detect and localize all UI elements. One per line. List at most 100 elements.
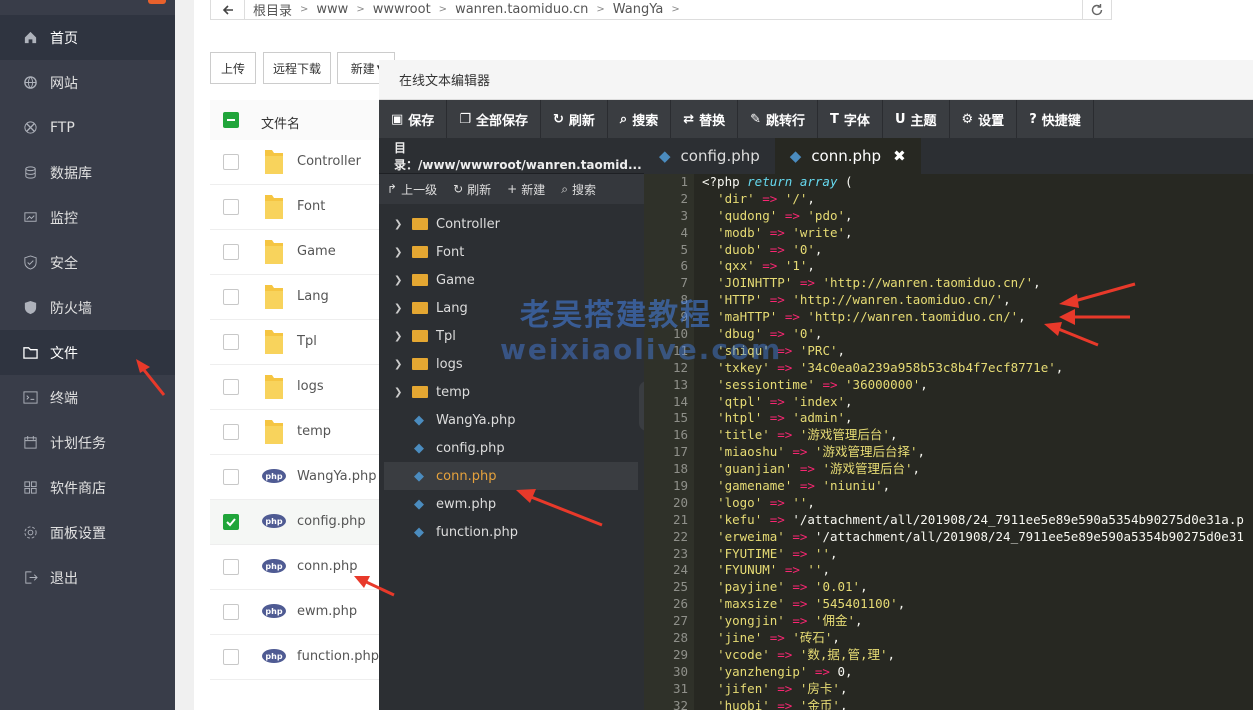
file-name[interactable]: Lang <box>297 289 329 304</box>
file-name[interactable]: temp <box>297 424 331 439</box>
sidebar-item-apps[interactable]: 软件商店 <box>0 465 175 510</box>
code-line[interactable]: 'dir' => '/', <box>702 191 1253 208</box>
code-line[interactable]: 'gamename' => 'niuniu', <box>702 478 1253 495</box>
code-line[interactable]: 'guanjian' => '游戏管理后台', <box>702 461 1253 478</box>
file-checkbox[interactable] <box>223 199 239 215</box>
code-line[interactable]: 'logo' => '', <box>702 495 1253 512</box>
code-line[interactable]: 'yongjin' => '佣金', <box>702 613 1253 630</box>
file-checkbox[interactable] <box>223 424 239 440</box>
dir-search-button[interactable]: ⌕ 搜索 <box>553 181 604 198</box>
editor-tab[interactable]: ◆ config.php <box>644 138 775 174</box>
file-checkbox[interactable] <box>223 244 239 260</box>
sidebar-item-gear[interactable]: 面板设置 <box>0 510 175 555</box>
back-arrow-icon[interactable] <box>211 0 245 19</box>
editor-theme-button[interactable]: U 主题 <box>883 100 950 138</box>
code-line[interactable]: 'duob' => '0', <box>702 242 1253 259</box>
tree-item[interactable]: ❯ temp <box>384 378 638 406</box>
sidebar-item-firewall[interactable]: 防火墙 <box>0 285 175 330</box>
code-line[interactable]: 'title' => '游戏管理后台', <box>702 427 1253 444</box>
breadcrumb-item[interactable]: wanren.taomiduo.cn <box>447 2 596 17</box>
dir-up-arrow-button[interactable]: ↱ 上一级 <box>379 181 445 198</box>
file-checkbox[interactable] <box>223 154 239 170</box>
file-name[interactable]: function.php <box>297 649 379 664</box>
tree-item[interactable]: ◆ WangYa.php <box>384 406 638 434</box>
code-line[interactable]: 'modb' => 'write', <box>702 225 1253 242</box>
file-name[interactable]: logs <box>297 379 324 394</box>
upload-button[interactable]: 上传 <box>210 52 256 84</box>
file-name[interactable]: Controller <box>297 154 361 169</box>
editor-search-button[interactable]: ⌕ 搜索 <box>608 100 672 138</box>
breadcrumb-item[interactable]: www <box>308 2 356 17</box>
code-line[interactable]: 'sessiontime' => '36000000', <box>702 377 1253 394</box>
file-checkbox[interactable] <box>223 469 239 485</box>
code-line[interactable]: 'jifen' => '房卡', <box>702 681 1253 698</box>
sidebar-item-calendar[interactable]: 计划任务 <box>0 420 175 465</box>
file-checkbox[interactable] <box>223 649 239 665</box>
file-name[interactable]: Game <box>297 244 336 259</box>
code-line[interactable]: 'FYUTIME' => '', <box>702 546 1253 563</box>
breadcrumb-item[interactable]: 根目录 <box>245 0 300 19</box>
code-line[interactable]: 'jine' => '砖石', <box>702 630 1253 647</box>
code-line[interactable]: 'txkey' => '34c0ea0a239a958b53c8b4f7ecf8… <box>702 360 1253 377</box>
file-name[interactable]: Tpl <box>297 334 317 349</box>
code-line[interactable]: 'miaoshu' => '游戏管理后台择', <box>702 444 1253 461</box>
code-line[interactable]: 'JOINHTTP' => 'http://wanren.taomiduo.cn… <box>702 275 1253 292</box>
breadcrumb-item[interactable]: WangYa <box>605 2 672 17</box>
code-line[interactable]: 'shiqu' => 'PRC', <box>702 343 1253 360</box>
sidebar-item-shield[interactable]: 安全 <box>0 240 175 285</box>
tree-item[interactable]: ❯ Controller <box>384 210 638 238</box>
editor-gear-button[interactable]: ⚙ 设置 <box>950 100 1018 138</box>
file-checkbox[interactable] <box>223 559 239 575</box>
code-line[interactable]: 'maxsize' => '545401100', <box>702 596 1253 613</box>
sidebar-item-database[interactable]: 数据库 <box>0 150 175 195</box>
editor-font-button[interactable]: T 字体 <box>818 100 883 138</box>
sidebar-item-ftp[interactable]: FTP <box>0 105 175 150</box>
code-line[interactable]: 'maHTTP' => 'http://wanren.taomiduo.cn/'… <box>702 309 1253 326</box>
file-checkbox[interactable] <box>223 514 239 530</box>
tree-item[interactable]: ◆ config.php <box>384 434 638 462</box>
dir-plus-button[interactable]: + 新建 <box>499 181 553 198</box>
code-line[interactable]: 'qtpl' => 'index', <box>702 394 1253 411</box>
code-line[interactable]: 'huobi' => '金币', <box>702 698 1253 710</box>
code-line[interactable]: 'erweima' => '/attachment/all/201908/24_… <box>702 529 1253 546</box>
code-line[interactable]: 'htpl' => 'admin', <box>702 410 1253 427</box>
file-name[interactable]: config.php <box>297 514 366 529</box>
code-lines[interactable]: <?php return array ( 'dir' => '/', 'qudo… <box>702 174 1253 710</box>
code-line[interactable]: 'vcode' => '数,据,管,理', <box>702 647 1253 664</box>
code-line[interactable]: 'kefu' => '/attachment/all/201908/24_791… <box>702 512 1253 529</box>
sidebar-item-logout[interactable]: 退出 <box>0 555 175 600</box>
file-checkbox[interactable] <box>223 379 239 395</box>
editor-help-button[interactable]: ? 快捷键 <box>1017 100 1094 138</box>
sidebar-item-home[interactable]: 首页 <box>0 15 175 60</box>
sidebar-item-globe[interactable]: 网站 <box>0 60 175 105</box>
tree-item[interactable]: ❯ Font <box>384 238 638 266</box>
editor-refresh-button[interactable]: ↻ 刷新 <box>541 100 608 138</box>
code-line[interactable]: 'FYUNUM' => '', <box>702 562 1253 579</box>
editor-save-button[interactable]: ▣ 保存 <box>379 100 448 138</box>
select-all-checkbox[interactable] <box>223 112 239 128</box>
refresh-icon[interactable] <box>1082 0 1112 20</box>
close-icon[interactable]: ✖ <box>893 147 906 165</box>
editor-tab[interactable]: ◆ conn.php ✖ <box>774 138 921 174</box>
code-line[interactable]: 'yanzhengip' => 0, <box>702 664 1253 681</box>
breadcrumb-item[interactable]: wwwroot <box>365 2 439 17</box>
file-checkbox[interactable] <box>223 334 239 350</box>
code-line[interactable]: <?php return array ( <box>702 174 1253 191</box>
code-line[interactable]: 'qudong' => 'pdo', <box>702 208 1253 225</box>
remote-download-button[interactable]: 远程下载 <box>263 52 331 84</box>
editor-replace-button[interactable]: ⇄ 替换 <box>671 100 739 138</box>
file-name[interactable]: WangYa.php <box>297 469 376 484</box>
file-checkbox[interactable] <box>223 604 239 620</box>
file-name[interactable]: conn.php <box>297 559 357 574</box>
file-name[interactable]: ewm.php <box>297 604 357 619</box>
code-area[interactable]: 1 2 3 4 5 6 7 8 9 10 11 12 13 14 15 16 17 18 19 20 21 22 23 24 2… <box>644 174 1253 710</box>
dir-refresh-button[interactable]: ↻ 刷新 <box>445 181 499 198</box>
file-checkbox[interactable] <box>223 289 239 305</box>
sidebar-item-monitor[interactable]: 监控 <box>0 195 175 240</box>
editor-goto-line-button[interactable]: ✎ 跳转行 <box>738 100 819 138</box>
code-line[interactable]: 'qxx' => '1', <box>702 258 1253 275</box>
code-line[interactable]: 'dbug' => '0', <box>702 326 1253 343</box>
file-name[interactable]: Font <box>297 199 325 214</box>
code-line[interactable]: 'payjine' => '0.01', <box>702 579 1253 596</box>
editor-save-all-button[interactable]: ❐ 全部保存 <box>447 100 541 138</box>
